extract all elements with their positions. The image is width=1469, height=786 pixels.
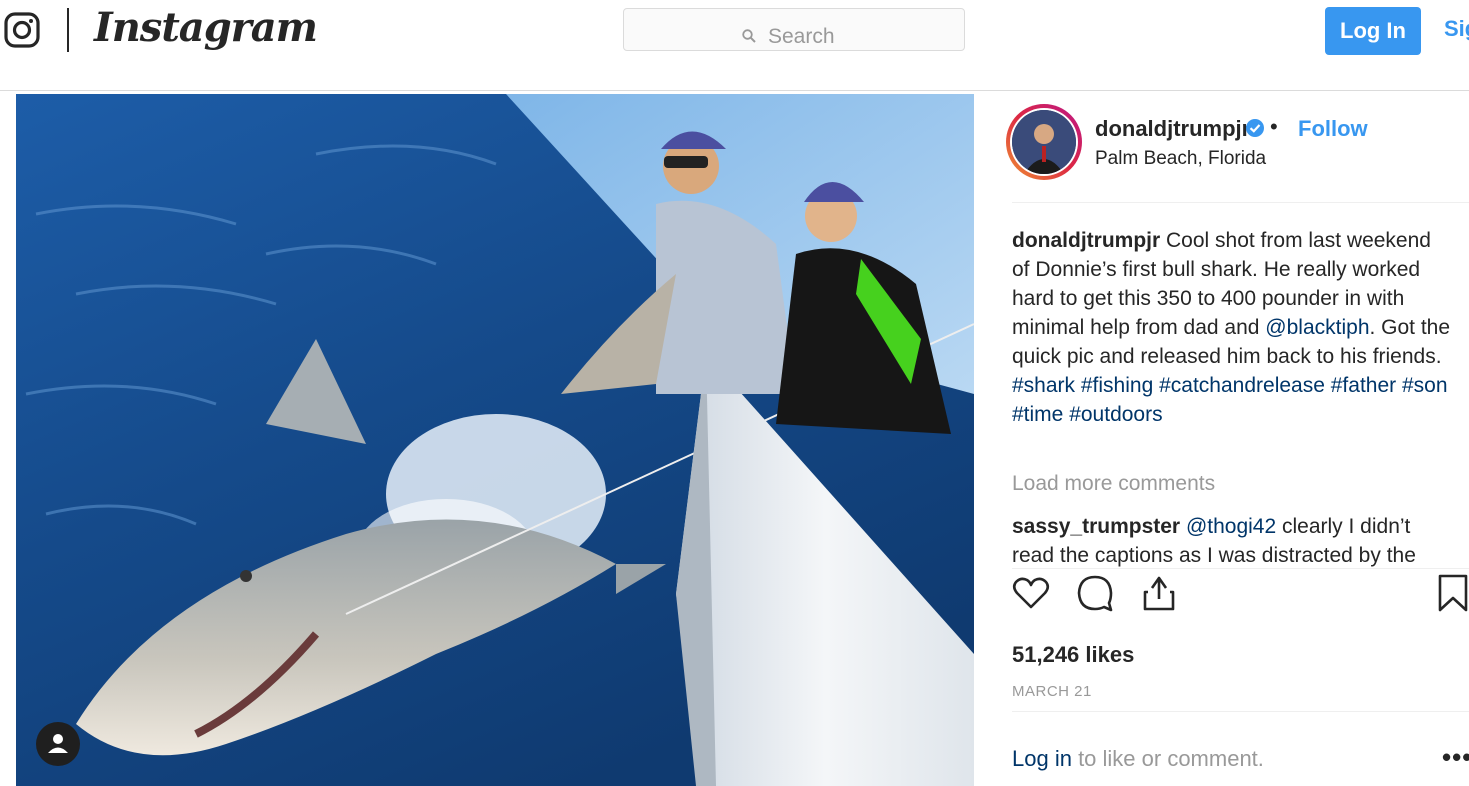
avatar-photo <box>1012 110 1076 174</box>
user-tag-icon <box>48 734 68 753</box>
load-more-comments-button[interactable]: Load more comments <box>1012 472 1215 496</box>
login-link[interactable]: Log in <box>1012 746 1072 771</box>
comment-icon[interactable] <box>1074 572 1116 614</box>
search-placeholder: Search <box>768 25 835 48</box>
comments-divider <box>1012 568 1469 569</box>
footer-divider <box>1012 711 1469 712</box>
post-location[interactable]: Palm Beach, Florida <box>1095 148 1266 170</box>
tagged-users-button[interactable] <box>36 722 80 766</box>
instagram-glyph-icon[interactable] <box>4 12 40 48</box>
login-button[interactable]: Log In <box>1325 7 1421 55</box>
hashtag-link[interactable]: #outdoors <box>1069 403 1162 426</box>
post-caption: donaldjtrumpjr Cool shot from last weeke… <box>1012 226 1452 429</box>
instagram-wordmark[interactable]: Instagram <box>94 4 318 51</box>
hashtag-link[interactable]: #fishing <box>1081 374 1153 397</box>
more-options-button[interactable]: ••• <box>1442 742 1469 773</box>
separator-dot: • <box>1270 114 1278 139</box>
likes-count[interactable]: 51,246 likes <box>1012 642 1134 668</box>
post-photo[interactable] <box>16 94 974 786</box>
search-input[interactable]: Search <box>623 8 965 51</box>
avatar[interactable] <box>1006 104 1082 180</box>
heart-icon[interactable] <box>1010 572 1052 614</box>
login-prompt-text: to like or comment. <box>1071 746 1264 771</box>
top-navigation-bar: Instagram Search Log In Sign Up <box>0 0 1469 91</box>
share-icon[interactable] <box>1138 572 1180 614</box>
post-author-username[interactable]: donaldjtrumpjr <box>1095 116 1250 142</box>
caption-username[interactable]: donaldjtrumpjr <box>1012 229 1160 252</box>
bookmark-icon[interactable] <box>1432 572 1469 614</box>
hashtag-link[interactable]: #time <box>1012 403 1063 426</box>
hashtag-link[interactable]: #son <box>1402 374 1448 397</box>
caption-mention[interactable]: @blacktiph <box>1265 316 1369 339</box>
comment-mention[interactable]: @thogi42 <box>1186 515 1276 538</box>
hashtag-link[interactable]: #shark <box>1012 374 1075 397</box>
avatar-image <box>1012 110 1076 174</box>
post-image <box>16 94 974 786</box>
post-sidebar: donaldjtrumpjr • Follow Palm Beach, Flor… <box>974 94 1469 786</box>
search-icon <box>742 29 756 43</box>
logo-divider <box>67 8 69 52</box>
comment-item: sassy_trumpster @thogi42 clearly I didn’… <box>1012 512 1452 568</box>
verified-icon <box>1246 119 1264 137</box>
post-date[interactable]: MARCH 21 <box>1012 683 1092 700</box>
signup-link[interactable]: Sign Up <box>1444 16 1469 42</box>
hashtag-link[interactable]: #father <box>1331 374 1396 397</box>
follow-button[interactable]: Follow <box>1298 116 1368 142</box>
login-prompt: Log in to like or comment. <box>1012 746 1264 772</box>
hashtag-link[interactable]: #catchandrelease <box>1159 374 1325 397</box>
avatar-frame <box>1010 108 1078 176</box>
comment-username[interactable]: sassy_trumpster <box>1012 515 1180 538</box>
header-divider <box>1012 202 1469 203</box>
